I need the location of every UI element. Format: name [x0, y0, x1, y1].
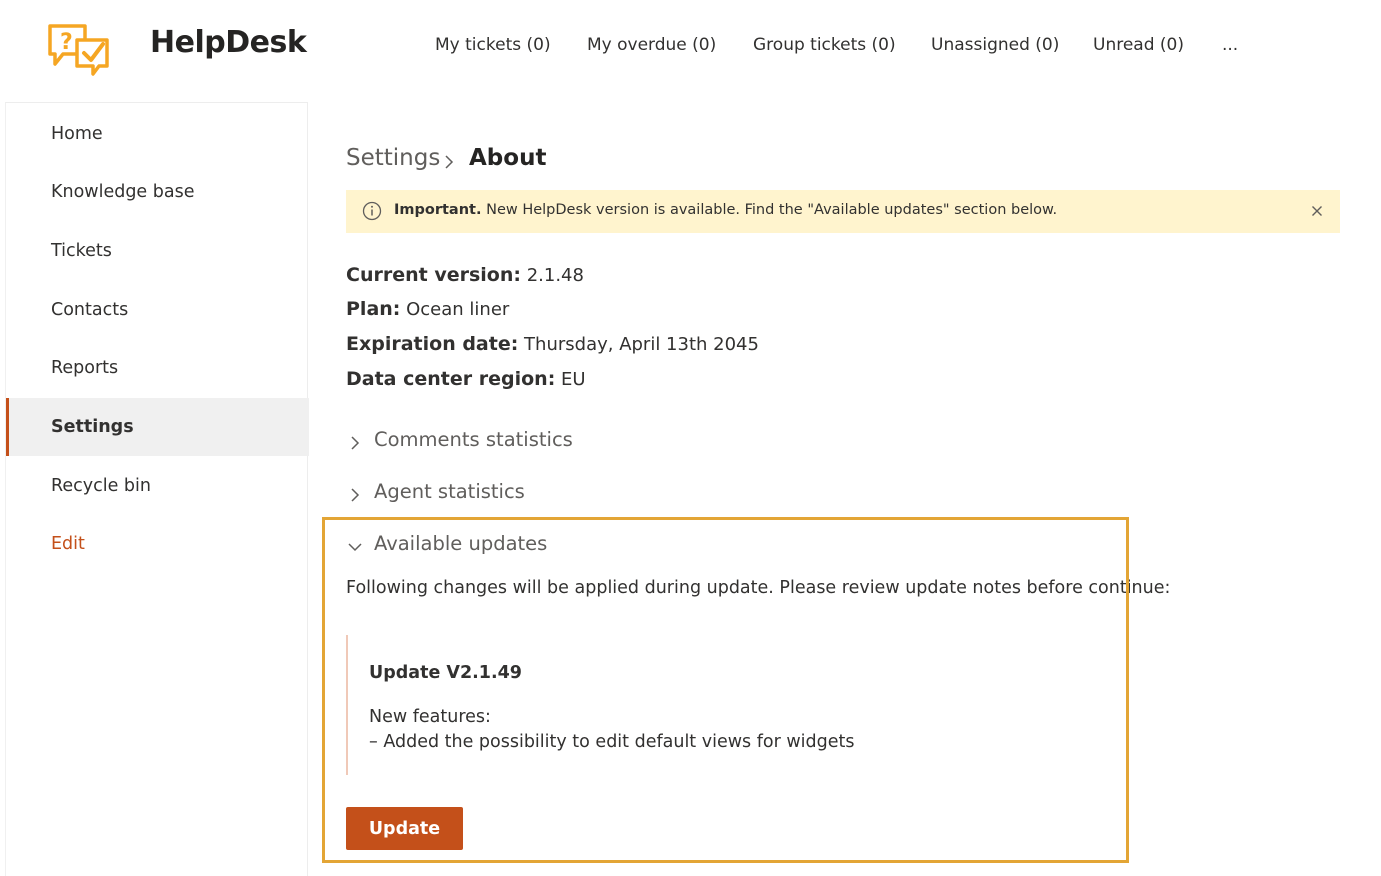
- banner-message: Important. New HelpDesk version is avail…: [394, 202, 1057, 218]
- sidebar-item-tickets[interactable]: Tickets: [6, 222, 309, 280]
- banner-text: New HelpDesk version is available. Find …: [481, 202, 1058, 218]
- topnav-my-overdue[interactable]: My overdue (0): [587, 35, 716, 55]
- current-version-value: 2.1.48: [520, 265, 584, 286]
- plan-value: Ocean liner: [400, 299, 510, 320]
- update-available-banner: Important. New HelpDesk version is avail…: [346, 190, 1340, 233]
- data-center-region-label: Data center region:: [346, 368, 556, 390]
- sidebar-item-reports[interactable]: Reports: [6, 339, 309, 397]
- data-center-region-row: Data center region: EU: [346, 368, 586, 390]
- agent-statistics-label: Agent statistics: [374, 480, 525, 503]
- topnav-group-tickets[interactable]: Group tickets (0): [753, 35, 896, 55]
- expiration-date-label: Expiration date:: [346, 333, 519, 355]
- sidebar-edit-link[interactable]: Edit: [6, 515, 309, 573]
- top-navigation: My tickets (0) My overdue (0) Group tick…: [0, 35, 1381, 61]
- update-notes: Update V2.1.49 New features: – Added the…: [346, 635, 1048, 775]
- sidebar-item-settings[interactable]: Settings: [6, 398, 309, 456]
- topnav-unassigned[interactable]: Unassigned (0): [931, 35, 1059, 55]
- plan-label: Plan:: [346, 298, 401, 320]
- sidebar: Home Knowledge base Tickets Contacts Rep…: [5, 102, 309, 876]
- info-icon: [362, 201, 382, 221]
- current-version-label: Current version:: [346, 264, 521, 286]
- data-center-region-value: EU: [555, 369, 586, 390]
- update-features-heading: New features:: [369, 707, 491, 727]
- banner-important-label: Important.: [394, 202, 482, 218]
- close-icon[interactable]: [1309, 203, 1325, 219]
- update-button[interactable]: Update: [346, 807, 463, 850]
- comments-statistics-label: Comments statistics: [374, 428, 573, 451]
- topnav-more-button[interactable]: ...: [1222, 35, 1238, 55]
- current-version-row: Current version: 2.1.48: [346, 264, 584, 286]
- chevron-right-icon: [442, 154, 456, 169]
- update-intro-text: Following changes will be applied during…: [346, 578, 1171, 598]
- helpdesk-app: ? HelpDesk My tickets (0) My overdue (0)…: [0, 0, 1381, 876]
- chevron-right-icon: [351, 436, 360, 450]
- sidebar-item-contacts[interactable]: Contacts: [6, 281, 309, 339]
- sidebar-item-knowledge-base[interactable]: Knowledge base: [6, 163, 309, 221]
- available-updates-label: Available updates: [374, 532, 548, 555]
- chevron-down-icon: [348, 543, 362, 552]
- main-content: Settings About Important. New HelpDesk v…: [346, 102, 1346, 876]
- chevron-right-icon: [351, 488, 360, 502]
- breadcrumb-settings-link[interactable]: Settings: [346, 145, 440, 171]
- sidebar-item-recycle-bin[interactable]: Recycle bin: [6, 457, 309, 515]
- topnav-my-tickets[interactable]: My tickets (0): [435, 35, 551, 55]
- update-feature-item: – Added the possibility to edit default …: [369, 732, 855, 752]
- expiration-date-row: Expiration date: Thursday, April 13th 20…: [346, 333, 759, 355]
- topnav-unread[interactable]: Unread (0): [1093, 35, 1184, 55]
- expiration-date-value: Thursday, April 13th 2045: [518, 334, 759, 355]
- sidebar-item-home[interactable]: Home: [6, 105, 309, 163]
- update-version-title: Update V2.1.49: [369, 663, 522, 683]
- header: ? HelpDesk My tickets (0) My overdue (0)…: [0, 0, 1381, 102]
- page-title: About: [469, 145, 547, 171]
- plan-row: Plan: Ocean liner: [346, 298, 509, 320]
